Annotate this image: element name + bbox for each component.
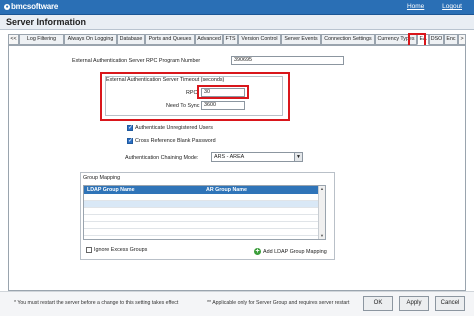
table-row[interactable] <box>84 201 319 208</box>
brand-text: bmcsoftware <box>11 2 59 11</box>
ignore-excess-label: Ignore Excess Groups <box>94 247 148 253</box>
footer: * You must restart the server before a c… <box>0 291 474 316</box>
tab-prev-button[interactable]: << <box>8 34 19 45</box>
tab-log-filtering[interactable]: Log Filtering <box>19 34 64 45</box>
tab-row: << Log Filtering Always On Logging Datab… <box>8 34 466 45</box>
timeout-highlight <box>100 72 290 121</box>
cross-reference-label: Cross Reference Blank Password <box>135 138 216 144</box>
window-title-bar: Server Information <box>0 15 474 30</box>
add-ldap-mapping-link[interactable]: Add LDAP Group Mapping <box>263 249 327 255</box>
tab-next-button[interactable]: > <box>458 34 466 45</box>
tab-advanced[interactable]: Advanced <box>195 34 223 45</box>
table-scrollbar[interactable]: ▲ ▼ <box>318 186 325 239</box>
tab-server-events[interactable]: Server Events <box>281 34 321 45</box>
column-ldap-group-name[interactable]: LDAP Group Name <box>87 186 135 194</box>
bmc-logo: ● bmcsoftware <box>4 2 58 11</box>
scroll-down-icon[interactable]: ▼ <box>319 233 325 239</box>
table-row[interactable] <box>84 229 319 236</box>
tab-database[interactable]: Database <box>117 34 145 45</box>
top-links: Home Logout <box>391 3 462 10</box>
tab-version-control[interactable]: Version Control <box>238 34 281 45</box>
chaining-mode-select[interactable]: ARS - AREA ▼ <box>211 152 303 162</box>
table-row[interactable] <box>84 194 319 201</box>
tab-dso[interactable]: DSO <box>429 34 444 45</box>
top-bar: ● bmcsoftware Home Logout <box>0 0 474 15</box>
tab-fts[interactable]: FTS <box>223 34 238 45</box>
tab-always-on-logging[interactable]: Always On Logging <box>64 34 117 45</box>
rpc-program-input[interactable]: 390695 <box>231 56 344 65</box>
chevron-down-icon[interactable]: ▼ <box>294 153 302 161</box>
window-title: Server Information <box>6 17 87 27</box>
group-mapping-table[interactable]: LDAP Group Name AR Group Name ▲ ▼ <box>83 185 326 240</box>
apply-button[interactable]: Apply <box>399 296 429 311</box>
ignore-excess-checkbox[interactable] <box>86 247 92 253</box>
tab-connection-settings[interactable]: Connection Settings <box>321 34 375 45</box>
table-row[interactable] <box>84 222 319 229</box>
bmc-logo-icon: ● <box>4 4 10 10</box>
rpc-highlight <box>197 85 249 99</box>
logout-link[interactable]: Logout <box>442 3 462 10</box>
authenticate-unregistered-label: Authenticate Unregistered Users <box>135 125 213 131</box>
group-mapping-title: Group Mapping <box>83 175 121 181</box>
tab-ports-and-queues[interactable]: Ports and Queues <box>145 34 195 45</box>
tab-enc[interactable]: Enc <box>444 34 458 45</box>
rpc-program-label: External Authentication Server RPC Progr… <box>72 58 201 64</box>
home-link[interactable]: Home <box>407 3 424 10</box>
ok-button[interactable]: OK <box>363 296 393 311</box>
column-ar-group-name[interactable]: AR Group Name <box>206 186 247 194</box>
cancel-button[interactable]: Cancel <box>435 296 465 311</box>
server-group-note: ** Applicable only for Server Group and … <box>207 300 350 306</box>
authenticate-unregistered-checkbox[interactable] <box>127 124 133 131</box>
table-row[interactable] <box>84 215 319 222</box>
table-row[interactable] <box>84 208 319 215</box>
chaining-mode-value: ARS - AREA <box>214 154 245 160</box>
table-header: LDAP Group Name AR Group Name <box>84 186 319 194</box>
cross-reference-checkbox[interactable] <box>127 137 133 144</box>
scroll-up-icon[interactable]: ▲ <box>319 186 325 192</box>
chaining-mode-label: Authentication Chaining Mode: <box>125 155 199 161</box>
restart-note: * You must restart the server before a c… <box>14 300 179 306</box>
add-icon[interactable]: + <box>254 248 261 255</box>
